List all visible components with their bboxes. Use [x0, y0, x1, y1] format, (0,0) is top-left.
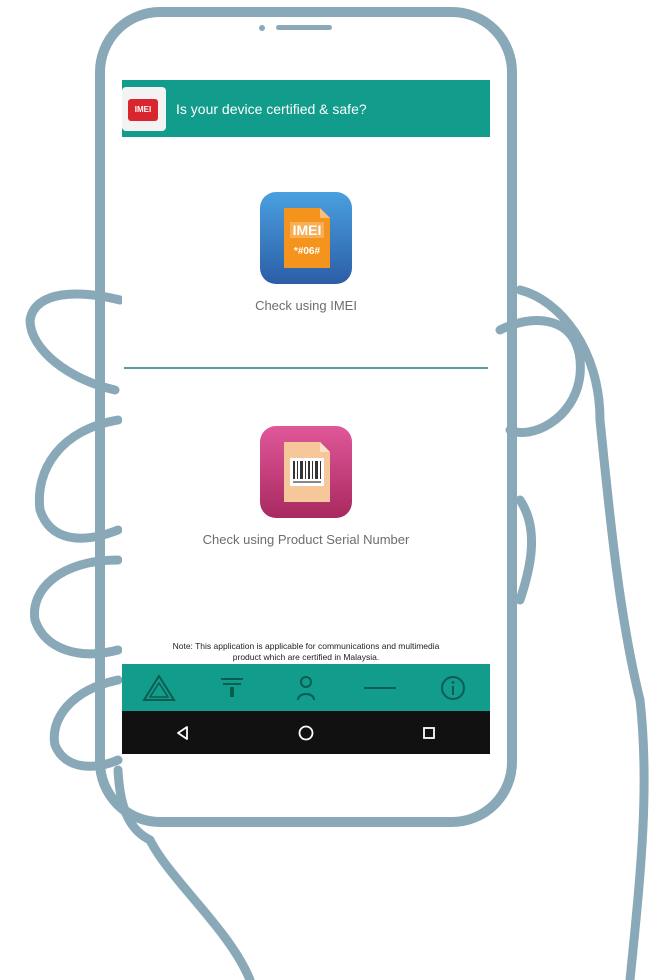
- app-bar: IMEI Is your device certified & safe?: [122, 80, 490, 137]
- note-line-2: product which are certified in Malaysia.: [232, 652, 380, 662]
- mcmc-logo-icon[interactable]: [138, 670, 180, 706]
- phone-screen: IMEI Is your device certified & safe? IM…: [122, 80, 490, 754]
- back-icon[interactable]: [163, 718, 203, 748]
- person-icon[interactable]: [285, 670, 327, 706]
- android-nav-bar: [122, 711, 490, 754]
- check-imei-button[interactable]: IMEI *#06# Check using IMEI: [122, 192, 490, 322]
- app-title: Is your device certified & safe?: [176, 100, 367, 117]
- note-line-1: Note: This application is applicable for…: [172, 641, 440, 651]
- svg-text:IMEI: IMEI: [293, 222, 322, 238]
- bottom-bar: [122, 664, 490, 711]
- info-icon[interactable]: [432, 670, 474, 706]
- imei-doc-icon: IMEI *#06#: [260, 192, 352, 284]
- divider: [124, 367, 488, 369]
- check-imei-label: Check using IMEI: [255, 298, 357, 313]
- dash-icon[interactable]: [359, 670, 401, 706]
- note-text: Note: This application is applicable for…: [122, 641, 490, 663]
- check-serial-label: Check using Product Serial Number: [202, 532, 410, 547]
- svg-text:*#06#: *#06#: [294, 246, 321, 257]
- home-icon[interactable]: [286, 718, 326, 748]
- app-logo-icon: IMEI: [122, 86, 166, 131]
- app-logo-text: IMEI: [134, 104, 152, 114]
- check-serial-button[interactable]: Check using Product Serial Number: [122, 426, 490, 556]
- filter-icon[interactable]: [211, 670, 253, 706]
- barcode-icon: [260, 426, 352, 518]
- recents-icon[interactable]: [409, 718, 449, 748]
